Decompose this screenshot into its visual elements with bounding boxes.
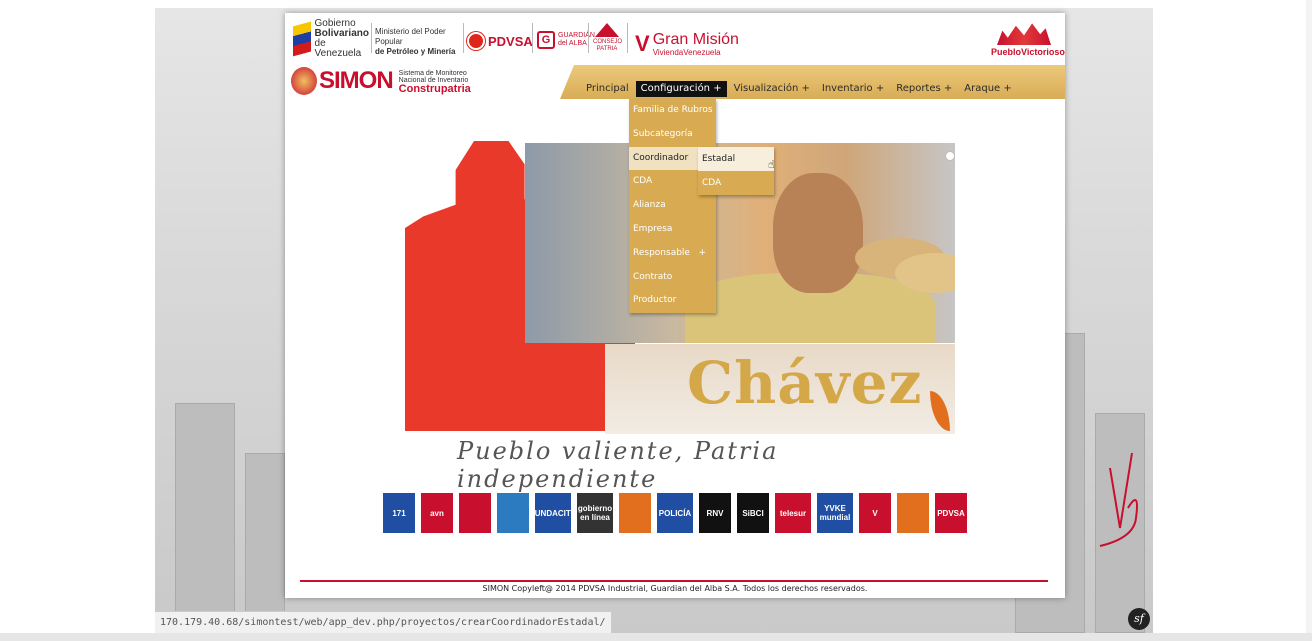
menu-item-alianza[interactable]: Alianza xyxy=(629,194,716,218)
sponsor-logo: 171 xyxy=(383,493,415,533)
gran-mision-logo: V Gran Misión ViviendaVenezuela xyxy=(635,31,739,57)
photo-face xyxy=(773,173,863,293)
menu-item-productor[interactable]: Productor xyxy=(629,289,716,313)
divider xyxy=(371,23,372,53)
sponsor-logo xyxy=(897,493,929,533)
menu-item-subcategoria[interactable]: Subcategoría xyxy=(629,123,716,147)
pueblo-victorioso-text: PuebloVictorioso xyxy=(991,47,1065,57)
signature-icon xyxy=(1099,452,1138,547)
sponsor-logo xyxy=(459,493,491,533)
divider xyxy=(627,23,628,53)
menu-item-responsable[interactable]: Responsable + xyxy=(629,242,716,266)
sponsor-logos: 171 avn FUNDACITE gobierno en línea POLICÍA R… xyxy=(383,493,973,533)
slider-dots xyxy=(945,151,955,161)
coordinador-submenu: Estadal CDA xyxy=(698,147,774,195)
browser-viewport: Gobierno Bolivariano de Venezuela Minist… xyxy=(0,0,1312,641)
configuracion-dropdown: Familia de Rubros Subcategoría Coordinad… xyxy=(629,99,716,314)
submenu-item-cda[interactable]: CDA xyxy=(698,171,774,195)
simon-sub3: Construpatria xyxy=(398,82,471,95)
pdvsa-sun-icon xyxy=(467,32,485,50)
nav-principal[interactable]: Principal xyxy=(581,81,634,97)
consejo-patria-logo: CONSEJO PATRIA xyxy=(593,23,623,53)
divider xyxy=(588,23,589,53)
consejo-text: CONSEJO PATRIA xyxy=(593,39,623,52)
sponsor-logo xyxy=(619,493,651,533)
footer-copyright: SIMON Copyleft@ 2014 PDVSA Industrial, G… xyxy=(482,584,868,593)
gran-mision-title: Gran Misión xyxy=(652,31,739,48)
crest-icon xyxy=(997,23,1051,45)
sponsor-logo: POLICÍA xyxy=(657,493,693,533)
nav-reportes[interactable]: Reportes + xyxy=(891,81,957,97)
sponsor-logo: V xyxy=(859,493,891,533)
sponsor-logo: FUNDACITE xyxy=(530,493,576,533)
simon-word: SIMON xyxy=(319,67,394,94)
ministry-logo: Ministerio del Poder Popular de Petróleo… xyxy=(375,27,467,57)
pueblo-victorioso-logo: PuebloVictorioso xyxy=(991,21,1065,59)
simon-emblem-icon xyxy=(291,67,317,95)
sponsor-logo: gobierno en línea xyxy=(577,493,613,533)
symfony-toolbar-icon[interactable]: sf xyxy=(1128,608,1150,630)
divider xyxy=(463,23,464,53)
submenu-item-estadal[interactable]: Estadal xyxy=(698,147,774,171)
divider xyxy=(532,23,533,53)
main-menu: Principal Configuración + Visualización … xyxy=(581,81,1019,97)
submenu-plus-icon: + xyxy=(698,247,706,258)
slider-dot[interactable] xyxy=(945,151,955,161)
pdvsa-text: PDVSA xyxy=(488,33,533,49)
sponsor-logo: telesur xyxy=(775,493,811,533)
menu-item-empresa[interactable]: Empresa xyxy=(629,218,716,242)
institution-header: Gobierno Bolivariano de Venezuela Minist… xyxy=(285,13,1065,65)
hand-cursor-icon: ☝ xyxy=(768,158,775,171)
flag-icon xyxy=(293,21,311,57)
guardian-logo: G GUARDIÁN del ALBA xyxy=(537,31,595,49)
simon-logo[interactable]: SIMON Sistema de Monitoreo Nacional de I… xyxy=(291,67,471,95)
scrollbar[interactable] xyxy=(1306,0,1312,641)
sponsor-logo xyxy=(497,493,529,533)
bg-building xyxy=(175,403,235,633)
gobierno-logo: Gobierno Bolivariano de Venezuela xyxy=(293,19,369,59)
menu-item-responsable-label: Responsable xyxy=(633,247,690,258)
pdvsa-logo: PDVSA xyxy=(467,29,533,53)
ministry-line2: de Petróleo y Minería xyxy=(375,47,456,56)
nav-visualizacion[interactable]: Visualización + xyxy=(729,81,815,97)
house-icon xyxy=(595,23,619,37)
menu-item-familia-rubros[interactable]: Familia de Rubros xyxy=(629,99,716,123)
menu-item-contrato[interactable]: Contrato xyxy=(629,266,716,290)
nav-araque[interactable]: Araque + xyxy=(959,81,1016,97)
ministry-line1: Ministerio del Poder Popular xyxy=(375,27,446,46)
hero-name: Chávez xyxy=(687,349,923,417)
status-bar-url: 170.179.40.68/simontest/web/app_dev.php/… xyxy=(155,611,612,633)
gran-mision-sub: ViviendaVenezuela xyxy=(652,48,721,57)
sponsor-logo: YVKE mundial xyxy=(817,493,853,533)
nav-configuracion[interactable]: Configuración + xyxy=(635,81,727,97)
sponsor-logo: RNV xyxy=(699,493,731,533)
sponsor-logo: SiBCI xyxy=(737,493,769,533)
footer-divider xyxy=(300,580,1048,582)
bg-building xyxy=(245,453,285,633)
guardian-icon: G xyxy=(537,31,555,49)
simon-sub1: Sistema de Monitoreo xyxy=(398,69,467,77)
nav-inventario[interactable]: Inventario + xyxy=(817,81,889,97)
gmvv-v-icon: V xyxy=(635,31,650,56)
guardian-text: GUARDIÁN del ALBA xyxy=(558,32,595,47)
hero-slogan: Pueblo valiente, Patria independiente xyxy=(457,437,779,493)
bottom-strip xyxy=(0,633,1312,641)
sponsor-logo: avn xyxy=(421,493,453,533)
navigation-bar: SIMON Sistema de Monitoreo Nacional de I… xyxy=(285,65,1065,99)
gobierno-line3: de Venezuela xyxy=(314,38,362,59)
sponsor-logo: PDVSA xyxy=(935,493,967,533)
main-page: Gobierno Bolivariano de Venezuela Minist… xyxy=(285,13,1065,598)
